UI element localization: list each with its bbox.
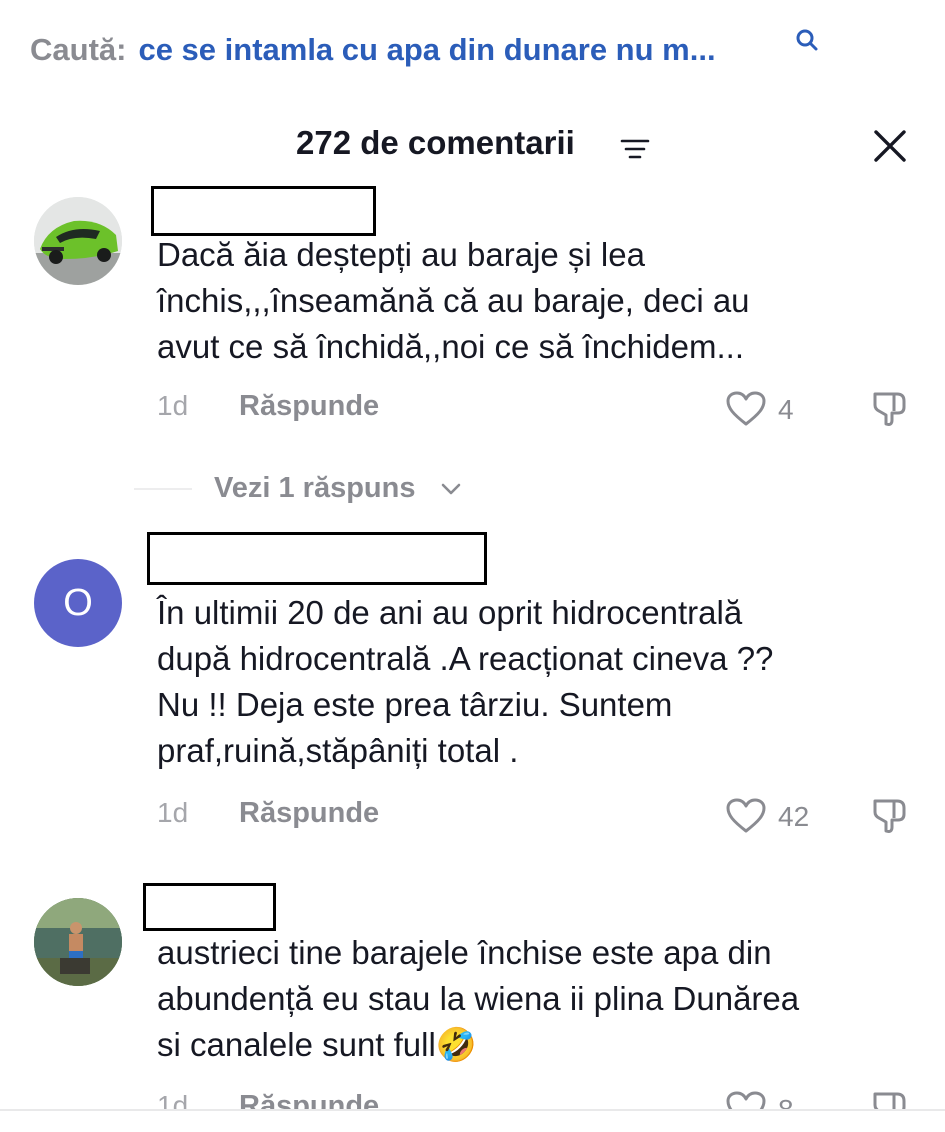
view-replies-label[interactable]: Vezi 1 răspuns	[214, 472, 416, 505]
comment-time: 1d	[157, 390, 189, 421]
heart-icon[interactable]	[725, 390, 767, 428]
comment-line: închis,,,înseamănă că au baraje, deci au	[157, 282, 750, 319]
like-count: 4	[778, 394, 794, 425]
avatar[interactable]: O	[34, 559, 122, 647]
man-by-lake-avatar-image	[34, 898, 122, 986]
username-redacted	[143, 883, 276, 931]
comment-line: după hidrocentrală .A reacționat cineva …	[157, 640, 774, 677]
avatar-letter: O	[63, 581, 93, 624]
comment-line: În ultimii 20 de ani au oprit hidrocentr…	[157, 594, 743, 631]
dislike-icon[interactable]	[870, 796, 910, 836]
divider	[134, 488, 192, 490]
dislike-icon[interactable]	[870, 389, 910, 429]
comment-text: În ultimii 20 de ani au oprit hidrocentr…	[157, 590, 927, 774]
avatar[interactable]	[34, 898, 122, 986]
avatar[interactable]	[34, 197, 122, 285]
view-replies[interactable]: Vezi 1 răspuns	[134, 470, 534, 510]
like-count: 42	[778, 801, 810, 832]
comment-time: 1d	[157, 797, 189, 828]
comment-meta: 1d Răspunde	[157, 390, 917, 430]
username-redacted	[151, 186, 376, 236]
comments-count-title: 272 de comentarii	[296, 124, 575, 161]
search-prefix: Caută:	[30, 32, 127, 67]
comment-line: Dacă ăia deștepți au baraje și lea	[157, 236, 645, 273]
comment-line: si canalele sunt full🤣	[157, 1026, 477, 1063]
heart-icon[interactable]	[725, 797, 767, 835]
comment-line: praf,ruină,stăpâniți total .	[157, 732, 519, 769]
search-bar[interactable]: Caută: ce se intamla cu apa din dunare n…	[30, 26, 716, 74]
comment-line: austrieci tine barajele închise este apa…	[157, 934, 772, 971]
bottom-bar	[0, 1111, 945, 1132]
comment-line: abundență eu stau la wiena ii plina Dună…	[157, 980, 800, 1017]
search-icon[interactable]	[794, 28, 820, 54]
close-icon[interactable]	[870, 126, 910, 166]
username-redacted	[147, 532, 487, 585]
comment-line: Nu !! Deja este prea târziu. Suntem	[157, 686, 673, 723]
search-query[interactable]: ce se intamla cu apa din dunare nu m...	[138, 32, 715, 68]
green-sports-car-avatar-image	[34, 197, 122, 285]
comment-line: avut ce să închidă,,noi ce să închidem..…	[157, 328, 744, 365]
sort-icon[interactable]	[620, 138, 650, 160]
chevron-down-icon[interactable]	[440, 482, 462, 496]
comment-text: Dacă ăia deștepți au baraje și lea închi…	[157, 232, 927, 370]
comments-header: 272 de comentarii	[0, 118, 945, 174]
reply-button[interactable]: Răspunde	[239, 390, 379, 423]
comment-text: austrieci tine barajele închise este apa…	[157, 930, 927, 1068]
reply-button[interactable]: Răspunde	[239, 797, 379, 830]
